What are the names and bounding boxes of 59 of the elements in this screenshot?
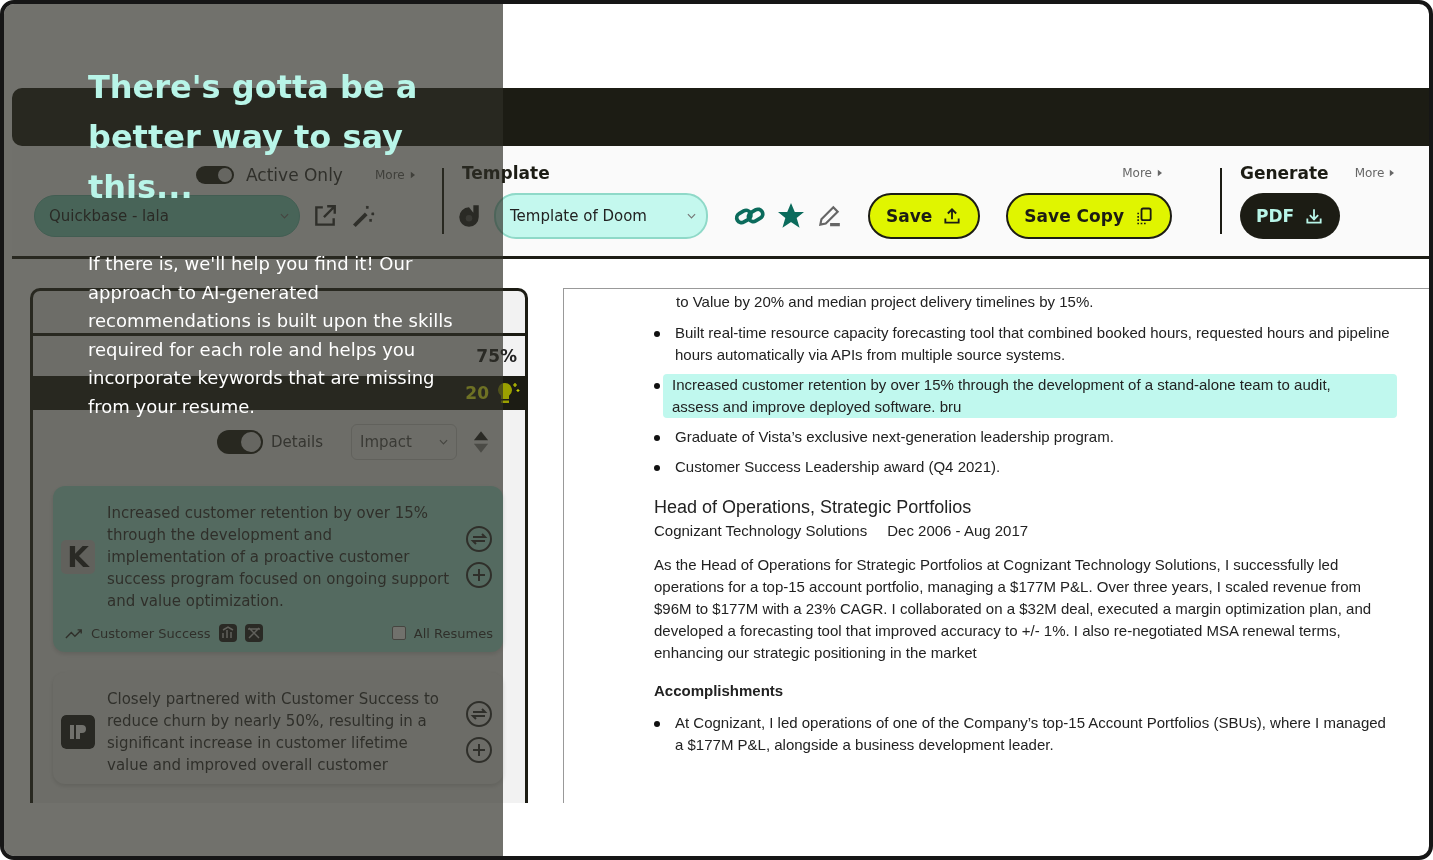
external-link-icon[interactable] [312, 203, 338, 229]
swap-icon[interactable] [465, 525, 493, 553]
lightbulb-icon [495, 381, 521, 405]
bullet-text[interactable]: Customer Success Leadership award (Q4 2021). [672, 456, 1001, 478]
bullet-icon [654, 465, 660, 471]
add-icon[interactable] [465, 561, 493, 589]
bullet-text[interactable]: Graduate of Vista’s exclusive next-generation leadership program. [672, 426, 1114, 448]
headline: better way to say [88, 117, 403, 158]
bullet-text[interactable]: At Cognizant, I led operations of one of the Company’s top-15 Account Portfolios (SBUs), where I managed a $177M P&L, alongside a business development leader. [672, 712, 1397, 756]
promo-text: If there is, we'll help you find it! Our approach to AI-generated recommendations is built upon the skills required for each role and helps you incorporate keywords that are missing from your resume. [88, 252, 454, 419]
caret-icon [409, 171, 415, 179]
updates-count: 20 [465, 383, 489, 403]
edit-icon[interactable] [816, 203, 842, 229]
section-title: Generate [1240, 163, 1329, 183]
caret-icon [1157, 169, 1162, 177]
recommendation-text: Increased customer retention by over 15% through the development and implementation of a proactive customer success program focused on ongoing support and value optimization. [107, 503, 451, 612]
toggle-switch[interactable] [196, 166, 234, 184]
checkbox-label: All Resumes [413, 625, 493, 641]
headline: There's gotta be a [88, 67, 418, 108]
more-link[interactable]: More [1354, 166, 1395, 180]
bullet-icon [654, 383, 660, 389]
trend-icon [65, 627, 83, 639]
category-label: Customer Success [91, 625, 211, 641]
checkbox[interactable] [391, 626, 406, 640]
company-name: Cognizant Technology Solutions [654, 521, 868, 541]
save-copy-button[interactable]: Save Copy [1006, 193, 1172, 239]
chevron-icon [280, 213, 289, 219]
section-heading: Accomplishments [654, 681, 785, 701]
job-dates: Dec 2006 - Aug 2017 [887, 521, 1029, 541]
star-icon[interactable] [778, 203, 804, 229]
save-button[interactable]: Save [868, 193, 981, 239]
bullet-icon [654, 435, 660, 441]
chevron-icon [439, 439, 448, 445]
swap-icon[interactable] [465, 700, 493, 728]
copy-icon [1134, 206, 1154, 226]
bullet-text[interactable]: Increased customer retention by over 15% through the development of a stand-alone team to audit, assess and improve deployed software. bru [663, 374, 1397, 418]
toggle-label: Active Only [246, 165, 343, 185]
chevron-icon [687, 213, 696, 219]
summary-text: As the Head of Operations for Strategic Portfolios at Cognizant Technology Solutions, I successfully led operations for a top-15 account portfolio, managing a $177M P&L. Over three years, I scaled revenue from $96M to $177M with a 23% CAGR. I collaborated on a $32M deal, executed a margin optimization plan, and developed a forecasting tool that improved accuracy to +/- 1%. I also re-negotiated MSA renewal terms, enhancing our strategic positioning in the market [654, 555, 1373, 663]
more-link[interactable]: More [1122, 166, 1162, 180]
magic-wand-icon[interactable] [350, 203, 376, 229]
bullet-icon [654, 331, 660, 337]
toggle-label: Details [271, 433, 323, 451]
add-icon[interactable] [465, 736, 493, 764]
recommendation-card[interactable] [53, 486, 503, 652]
job-title: Head of Operations, Strategic Portfolios [654, 496, 973, 519]
company-logo [61, 715, 95, 749]
bullet-text[interactable]: Built real-time resource capacity forecasting tool that combined booked hours, requested hours and pipeline hours automatically via APIs from multiple source systems. [672, 322, 1397, 366]
caret-icon [1389, 169, 1395, 177]
pdf-button[interactable]: PDF [1240, 193, 1341, 239]
template-select[interactable]: Template of Doom [494, 193, 708, 239]
download-icon [1304, 206, 1325, 226]
upload-icon [942, 206, 963, 226]
bullet-text: to Value by 20% and median project delivery timelines by 15%. [676, 292, 1095, 312]
recommendation-text: Closely partnered with Customer Success to reduce churn by nearly 50%, resulting in a significant increase in customer lifetime value and improved overall customer [107, 689, 440, 776]
chart-tag-icon [218, 624, 237, 642]
bullet-icon [654, 721, 660, 727]
details-toggle[interactable] [217, 430, 263, 454]
tools-tag-icon [244, 624, 263, 642]
